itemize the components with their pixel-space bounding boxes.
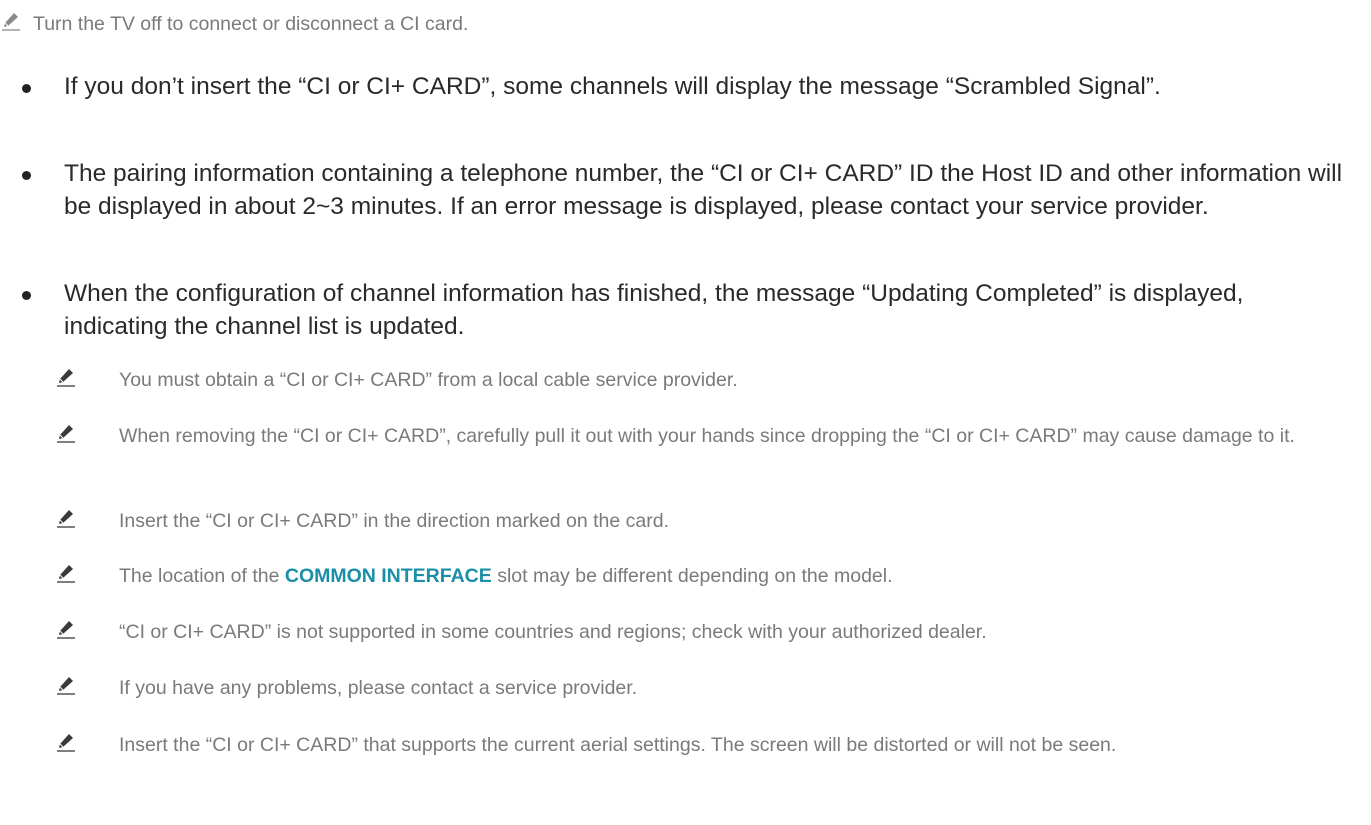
bullet-text: If you don’t insert the “CI or CI+ CARD”… [64, 73, 1161, 100]
pencil-note-icon [0, 10, 22, 32]
manual-page: Turn the TV off to connect or disconnect… [0, 0, 1371, 825]
bullet-dot [22, 291, 31, 300]
note-text: Insert the “CI or CI+ CARD” in the direc… [119, 510, 670, 532]
pencil-note-icon [55, 618, 77, 640]
bullet-dot [22, 84, 31, 93]
note-item-3: Insert the “CI or CI+ CARD” in the direc… [55, 507, 1359, 536]
pencil-note-icon [55, 731, 77, 753]
bullet-item-3: When the configuration of channel inform… [22, 277, 1344, 343]
note-item-7: Insert the “CI or CI+ CARD” that support… [55, 731, 1359, 760]
note-item-5: “CI or CI+ CARD” is not supported in som… [55, 618, 1371, 647]
note-text: When removing the “CI or CI+ CARD”, care… [119, 425, 1295, 447]
common-interface-label: COMMON INTERFACE [284, 565, 492, 587]
pencil-note-icon [55, 422, 77, 444]
note-text: If you have any problems, please contact… [119, 677, 638, 699]
bullet-text: The pairing information containing a tel… [64, 160, 1343, 220]
note-text: The location of the COMMON INTERFACE slo… [119, 562, 1359, 591]
bullet-text: When the configuration of channel inform… [64, 280, 1244, 340]
pencil-note-icon [55, 674, 77, 696]
note-item-1: You must obtain a “CI or CI+ CARD” from … [55, 366, 1359, 395]
bullet-item-2: The pairing information containing a tel… [22, 157, 1364, 223]
top-note: Turn the TV off to connect or disconnect… [0, 10, 468, 39]
note-text-before: The location of the [119, 565, 285, 587]
note-text-after: slot may be different depending on the m… [491, 565, 893, 587]
note-text: You must obtain a “CI or CI+ CARD” from … [119, 369, 738, 391]
top-note-text: Turn the TV off to connect or disconnect… [33, 13, 469, 35]
pencil-note-icon [55, 562, 77, 584]
note-item-4: The location of the COMMON INTERFACE slo… [55, 562, 1359, 591]
note-text: “CI or CI+ CARD” is not supported in som… [119, 621, 987, 643]
note-item-6: If you have any problems, please contact… [55, 674, 1359, 703]
pencil-note-icon [55, 507, 77, 529]
bullet-dot [22, 171, 31, 180]
note-item-2: When removing the “CI or CI+ CARD”, care… [55, 422, 1359, 451]
bullet-item-1: If you don’t insert the “CI or CI+ CARD”… [22, 70, 1354, 103]
note-text: Insert the “CI or CI+ CARD” that support… [119, 734, 1117, 756]
pencil-note-icon [55, 366, 77, 388]
